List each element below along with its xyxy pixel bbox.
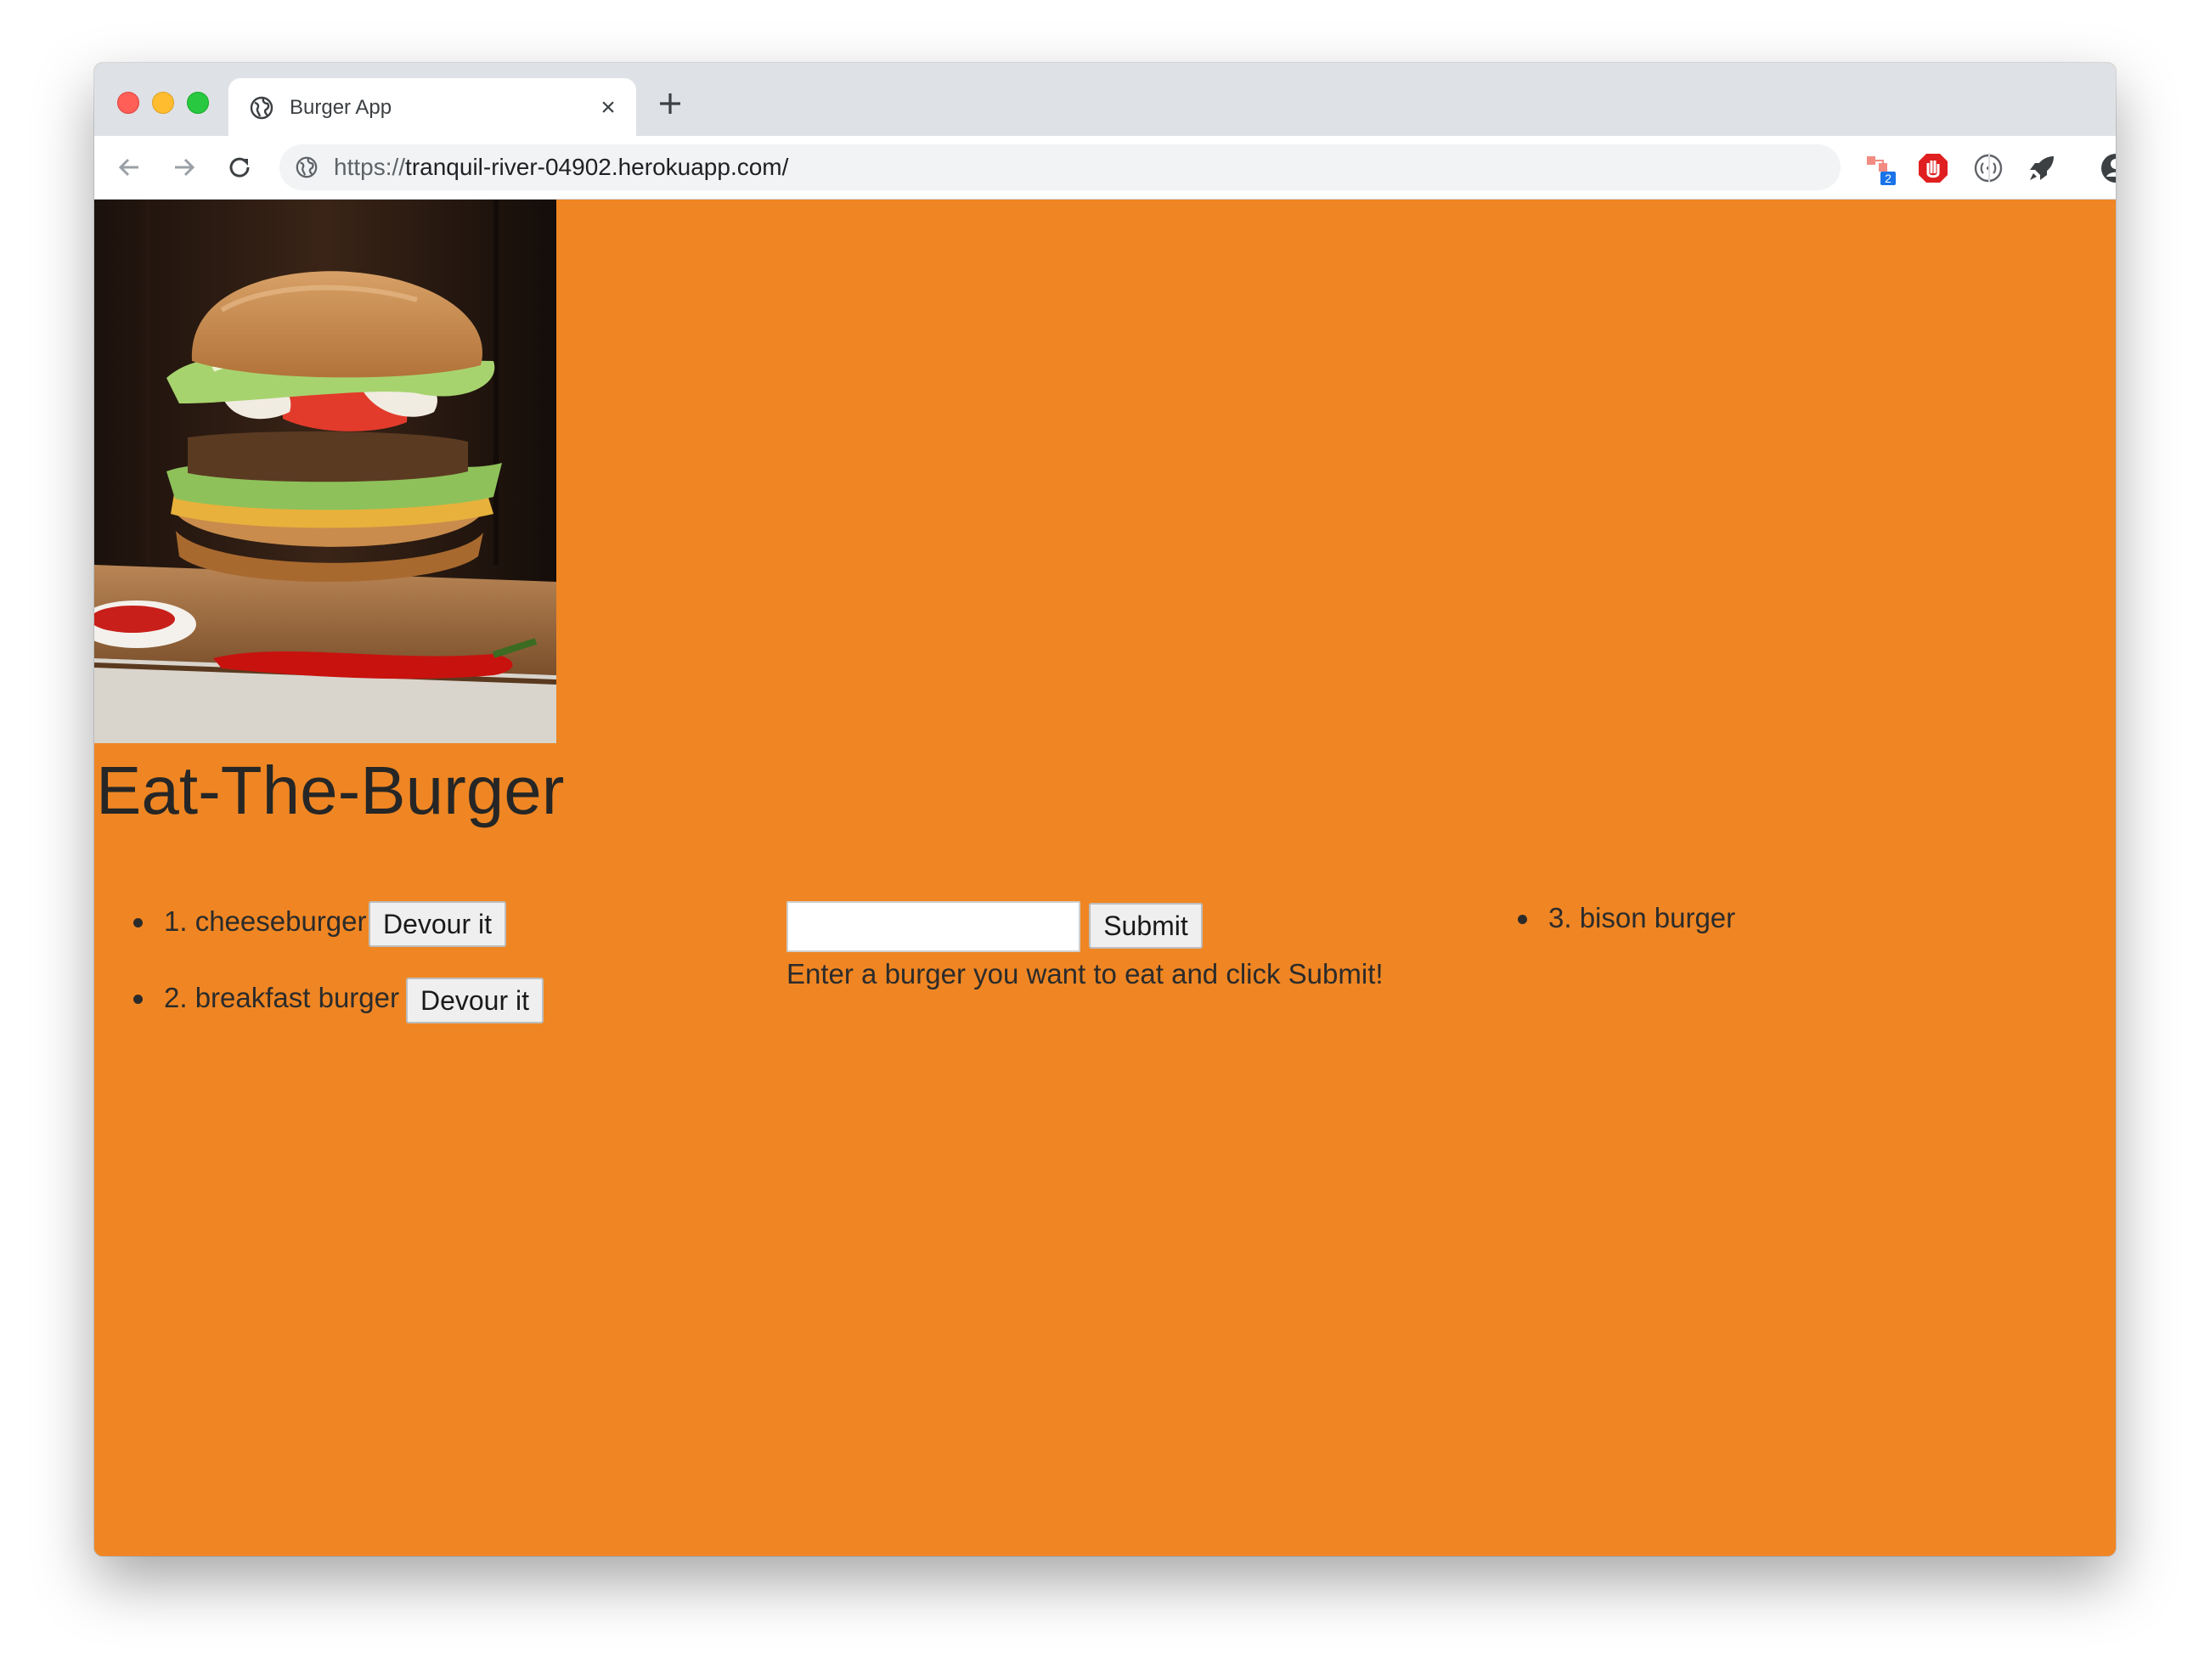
tab-close-icon[interactable]: × [594, 93, 623, 122]
adblock-icon[interactable] [1916, 151, 1950, 185]
address-bar[interactable]: https://tranquil-river-04902.herokuapp.c… [279, 144, 1841, 190]
url-host: tranquil-river-04902.herokuapp.com/ [405, 154, 789, 180]
minimize-window-button[interactable] [152, 92, 174, 114]
bullet [133, 918, 143, 927]
burger-name: 3. bison burger [1548, 902, 1736, 933]
reload-icon[interactable] [223, 151, 256, 183]
bullet [133, 995, 143, 1004]
devour-button[interactable]: Devour it [406, 978, 544, 1023]
url-text: https://tranquil-river-04902.herokuapp.c… [334, 155, 788, 180]
tab-bar: Burger App × [94, 63, 2116, 136]
rocket-icon[interactable] [2025, 151, 2059, 185]
burger-name: 2. breakfast burger [164, 982, 399, 1013]
browser-window: Burger App × https://tranquil-river-0490… [94, 63, 2116, 1556]
maximize-window-button[interactable] [187, 92, 209, 114]
globe-icon [250, 96, 273, 120]
helper-text: Enter a burger you want to eat and click… [786, 958, 1384, 989]
extension-network-icon[interactable]: 2 [1863, 151, 1897, 185]
burger-photo [94, 200, 556, 743]
tab-burger-app[interactable]: Burger App × [228, 78, 636, 136]
bullet [1518, 915, 1527, 924]
toolbar-separator [1988, 153, 1990, 182]
back-arrow-icon[interactable] [113, 151, 145, 183]
site-info-globe-icon[interactable] [295, 155, 319, 179]
forward-arrow-icon[interactable] [168, 151, 200, 183]
url-scheme: https:// [334, 154, 406, 180]
new-tab-icon[interactable] [655, 88, 685, 119]
devoured-burger-list: 3. bison burger [1518, 898, 1942, 949]
burger-name-input[interactable] [786, 901, 1080, 952]
tab-title: Burger App [290, 96, 392, 119]
extension-badge: 2 [1885, 172, 1891, 185]
devour-button[interactable]: Devour it [369, 901, 506, 947]
page-title: Eat-The-Burger [96, 753, 565, 828]
submit-button[interactable]: Submit [1089, 903, 1203, 949]
browser-toolbar: https://tranquil-river-04902.herokuapp.c… [94, 136, 2116, 200]
page-content: Eat-The-Burger 1. cheeseburger 2. breakf… [94, 200, 2116, 1556]
profile-avatar-icon[interactable] [2099, 151, 2116, 185]
burger-name: 1. cheeseburger [164, 905, 367, 937]
close-window-button[interactable] [117, 92, 139, 114]
